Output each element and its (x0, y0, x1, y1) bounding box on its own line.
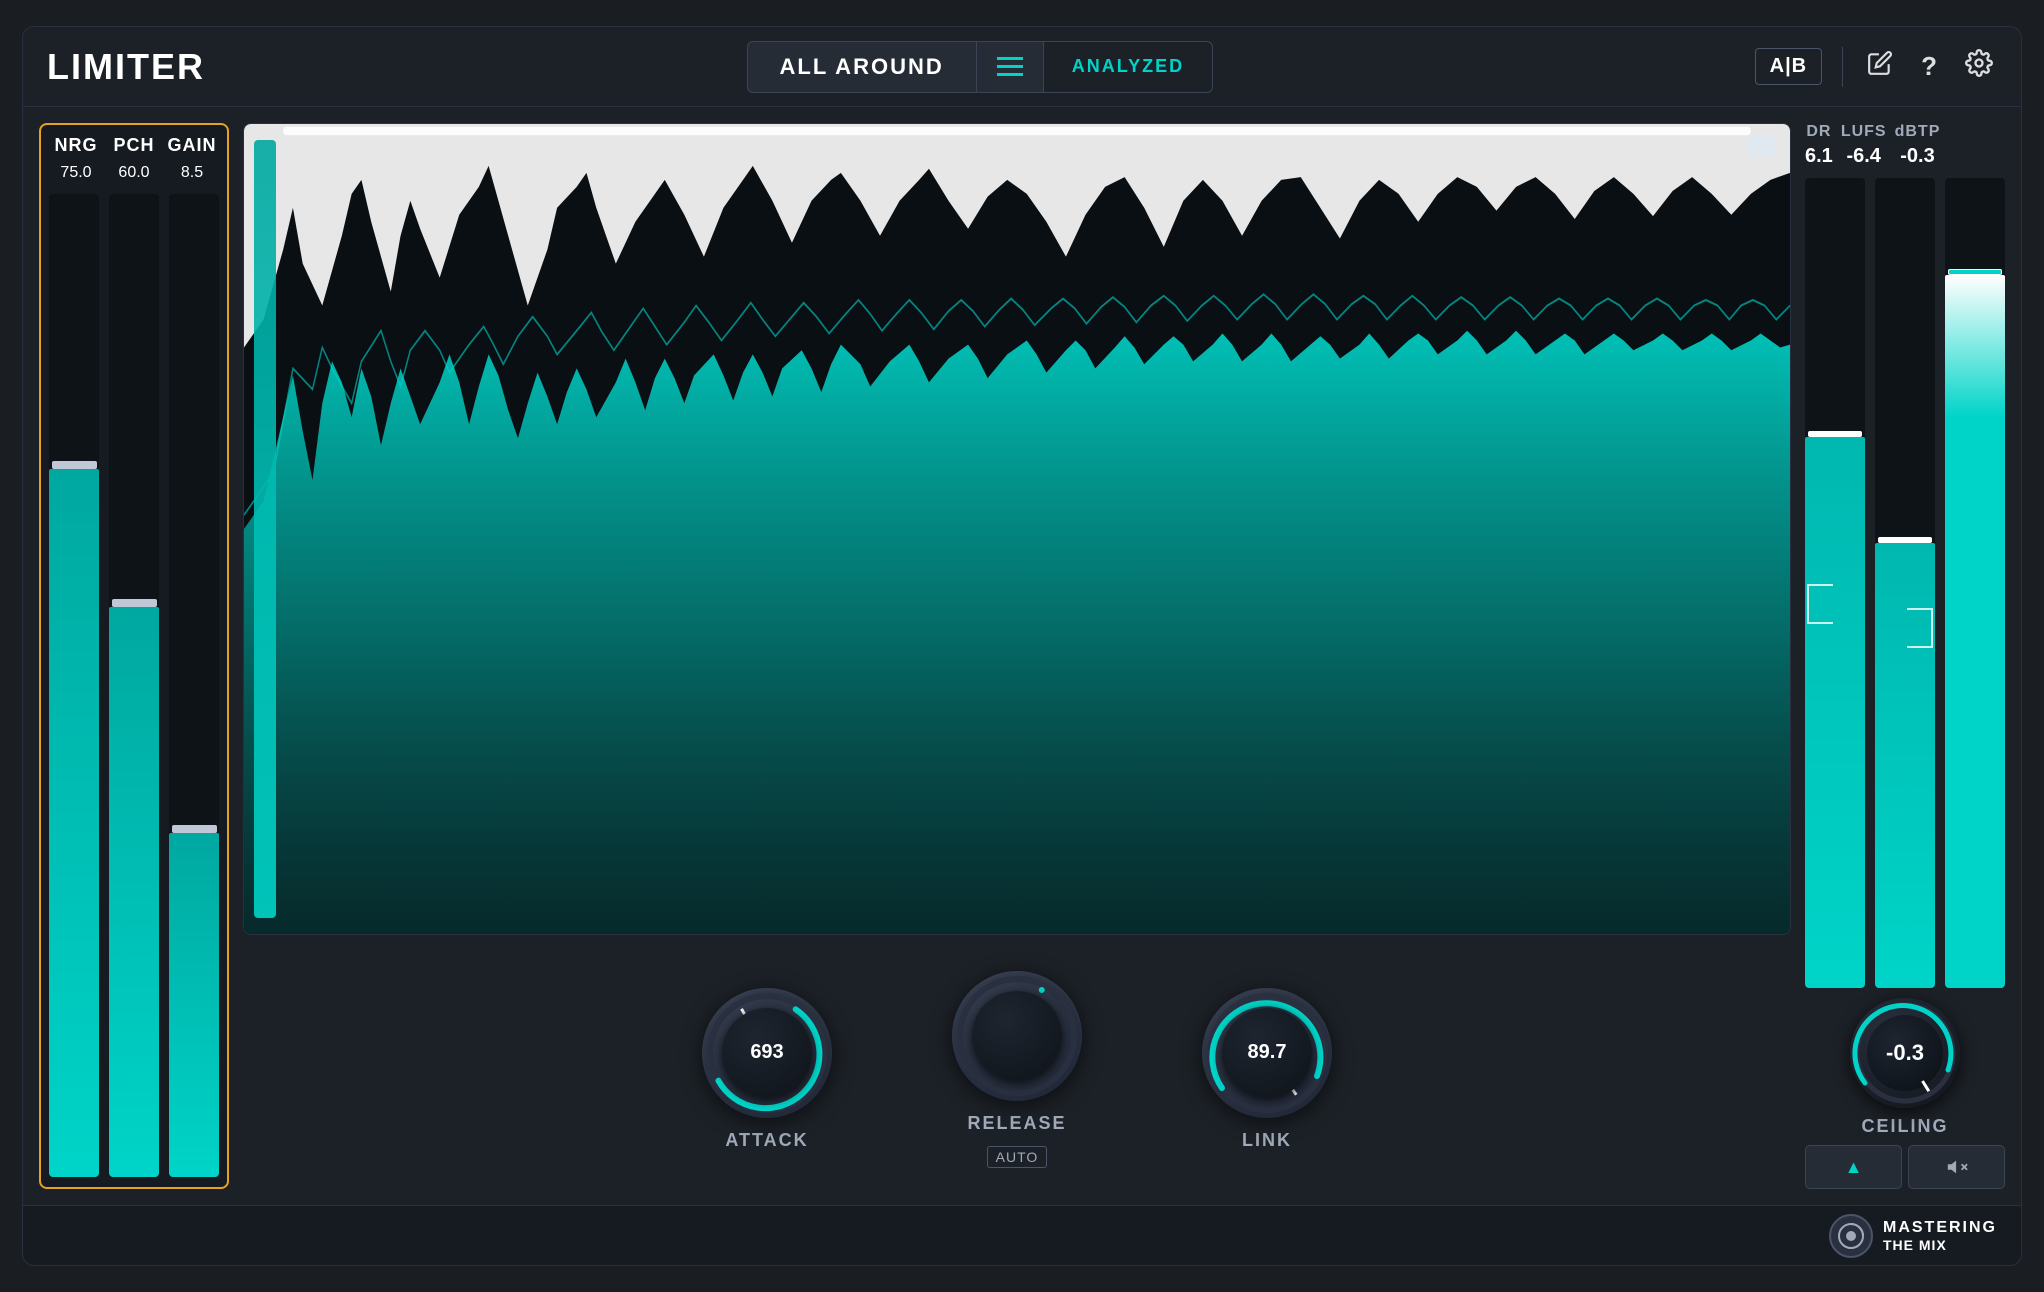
pch-value: 60.0 (107, 164, 161, 182)
dr-stat: DR 6.1 (1805, 123, 1833, 168)
attack-label: ATTACK (725, 1130, 808, 1151)
dbtp-meter-thumb[interactable] (1948, 269, 2002, 275)
nrg-label: NRG (49, 135, 103, 156)
nrg-meter-thumb[interactable] (52, 461, 97, 469)
header: LIMITER ALL AROUND ANALYZED A|B ? (23, 27, 2021, 107)
dr-meter-fill (1805, 437, 1865, 988)
link-knob[interactable]: 89.7 (1202, 988, 1332, 1118)
dbtp-label: dBTP (1895, 123, 1941, 141)
pch-meter-thumb[interactable] (112, 599, 157, 607)
center-panel: 693 ATTACK (243, 123, 1791, 1189)
link-value: 89.7 (1248, 1041, 1287, 1064)
nrg-meter-track[interactable] (49, 194, 99, 1177)
release-knob[interactable] (952, 971, 1082, 1101)
right-panel: DR 6.1 LUFS -6.4 dBTP -0.3 (1805, 123, 2005, 1189)
release-label: RELEASE (967, 1113, 1066, 1134)
hamburger-line (997, 73, 1023, 76)
dr-value: 6.1 (1805, 145, 1833, 168)
dr-bracket (1807, 584, 1833, 624)
lufs-meter-track[interactable] (1875, 178, 1935, 988)
pch-label: PCH (107, 135, 161, 156)
gain-value: 8.5 (165, 164, 219, 182)
dbtp-value: -0.3 (1900, 145, 1934, 168)
dr-meter-track[interactable] (1805, 178, 1865, 988)
link-label: LINK (1242, 1130, 1292, 1151)
lufs-label: LUFS (1841, 123, 1887, 141)
ceiling-buttons: ▲ (1805, 1145, 2005, 1189)
attack-knob-inner: 693 (722, 1008, 812, 1098)
right-meters (1805, 178, 2005, 988)
input-level-bar (254, 140, 276, 918)
brand: MASTERING THE MIX (1829, 1214, 1997, 1258)
preset-name[interactable]: ALL AROUND (747, 41, 977, 93)
hamburger-line (997, 65, 1023, 68)
settings-icon-button[interactable] (1961, 45, 1997, 88)
ceiling-triangle-button[interactable]: ▲ (1805, 1145, 1902, 1189)
dr-label: DR (1806, 123, 1831, 141)
nrg-meter-fill (49, 469, 99, 1177)
lufs-bracket (1907, 608, 1933, 648)
dbtp-stat: dBTP -0.3 (1895, 123, 1941, 168)
dbtp-meter-track[interactable] (1945, 178, 2005, 988)
attack-value: 693 (750, 1041, 783, 1064)
waveform-container[interactable] (243, 123, 1791, 935)
dr-meter-thumb[interactable] (1808, 431, 1862, 437)
playback-indicator[interactable] (1748, 136, 1776, 158)
nrg-value: 75.0 (49, 164, 103, 182)
attack-knob[interactable]: 693 (702, 988, 832, 1118)
meter-values-row: 75.0 60.0 8.5 (49, 164, 219, 182)
plugin-container: LIMITER ALL AROUND ANALYZED A|B ? (22, 26, 2022, 1266)
attack-knob-group: 693 ATTACK (702, 988, 832, 1151)
ab-button[interactable]: A|B (1755, 48, 1822, 85)
footer: MASTERING THE MIX (23, 1205, 2021, 1265)
meters-box: NRG PCH GAIN 75.0 60.0 8.5 (39, 123, 229, 1189)
pencil-icon-button[interactable] (1863, 46, 1897, 87)
brand-logo (1829, 1214, 1873, 1258)
analyzed-button[interactable]: ANALYZED (1044, 41, 1213, 93)
lufs-stat: LUFS -6.4 (1841, 123, 1887, 168)
app-title: LIMITER (47, 46, 205, 88)
ceiling-mute-button[interactable] (1908, 1145, 2005, 1189)
header-icons: A|B ? (1755, 45, 1997, 88)
release-knob-inner (972, 991, 1062, 1081)
waveform-svg (244, 124, 1790, 934)
brand-the-mix: THE MIX (1883, 1237, 1997, 1254)
stats-row: DR 6.1 LUFS -6.4 dBTP -0.3 (1805, 123, 2005, 168)
gain-meter-thumb[interactable] (172, 825, 217, 833)
gain-label: GAIN (165, 135, 219, 156)
lufs-value: -6.4 (1846, 145, 1880, 168)
brand-text: MASTERING THE MIX (1883, 1218, 1997, 1254)
triangle-icon: ▲ (1845, 1157, 1863, 1178)
ceiling-area: -0.3 CEILING ▲ (1805, 998, 2005, 1189)
release-knob-group: RELEASE AUTO (952, 971, 1082, 1168)
gain-meter-track[interactable] (169, 194, 219, 1177)
controls-row: 693 ATTACK (243, 949, 1791, 1189)
link-knob-group: 89.7 LINK (1202, 988, 1332, 1151)
header-divider (1842, 47, 1843, 87)
ceiling-knob[interactable]: -0.3 (1850, 998, 1960, 1108)
main-content: NRG PCH GAIN 75.0 60.0 8.5 (23, 107, 2021, 1205)
meters-sliders-row (49, 194, 219, 1177)
hamburger-menu-button[interactable] (977, 41, 1044, 93)
help-icon-button[interactable]: ? (1917, 47, 1941, 86)
brand-mastering: MASTERING (1883, 1218, 1997, 1237)
preset-area: ALL AROUND ANALYZED (747, 41, 1214, 93)
dbtp-meter-fill (1945, 275, 2005, 988)
pch-meter-fill (109, 607, 159, 1177)
gain-meter-fill (169, 833, 219, 1177)
release-auto-label: AUTO (987, 1146, 1048, 1168)
lufs-meter-thumb[interactable] (1878, 537, 1932, 543)
meters-labels-row: NRG PCH GAIN (49, 135, 219, 156)
hamburger-line (997, 57, 1023, 60)
left-panel: NRG PCH GAIN 75.0 60.0 8.5 (39, 123, 229, 1189)
pch-meter-track[interactable] (109, 194, 159, 1177)
ceiling-label: CEILING (1861, 1116, 1948, 1137)
link-knob-inner: 89.7 (1222, 1008, 1312, 1098)
